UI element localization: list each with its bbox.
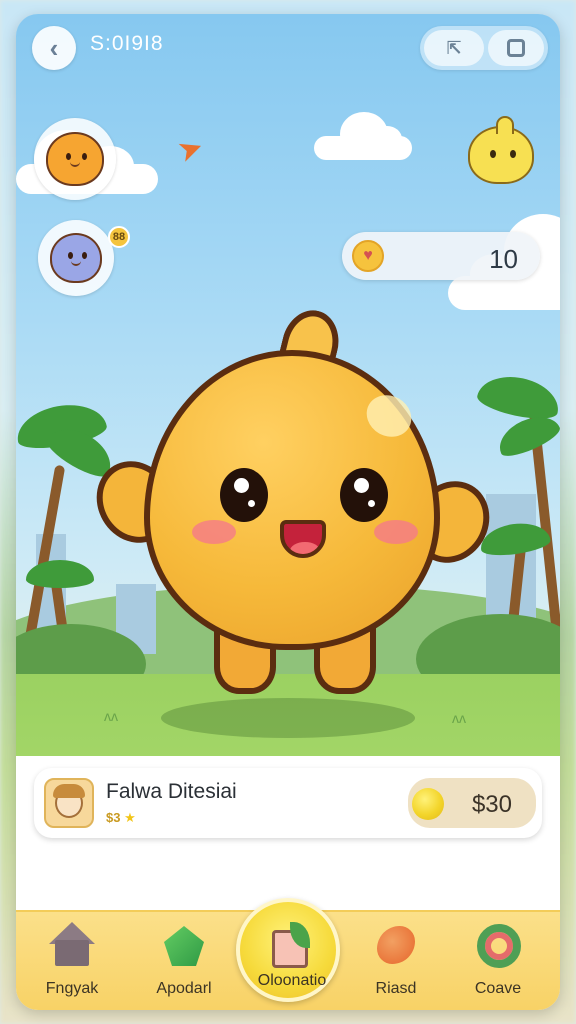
friend-avatar-orange[interactable] (34, 118, 116, 200)
player-avatar (44, 778, 94, 828)
pet-eye-left (220, 468, 268, 522)
grass-tuft: ᴧᴧ (452, 710, 466, 726)
coin-value: $30 (471, 791, 512, 818)
bottom-panel: Falwa Ditesiai $3 ★ $30 (16, 756, 560, 910)
pet-shadow (161, 698, 415, 738)
share-icon: ⇱ (446, 37, 462, 58)
wreath-icon (475, 922, 521, 968)
pet-mouth (280, 520, 326, 558)
house-icon (49, 922, 95, 968)
score-value: 10 (489, 244, 518, 274)
friend-avatar-blue[interactable]: 88 (38, 220, 130, 296)
nav-item-food[interactable]: Riasd (348, 922, 444, 1006)
nav-label: Apodarl (156, 980, 212, 997)
friend-badge: 88 (108, 226, 130, 248)
pet-body (144, 350, 440, 650)
top-bar: ‹ S:0I9I8 ⇱ (16, 14, 560, 86)
fullscreen-button[interactable] (488, 30, 544, 66)
nav-item-collection[interactable]: Coave (450, 922, 546, 1006)
cloud (314, 112, 412, 160)
player-card[interactable]: Falwa Ditesiai $3 ★ $30 (34, 768, 542, 838)
nav-label: Oloonatio (257, 972, 327, 989)
bottom-nav: Fngyak Apodarl Oloonatio Riasd Coave (16, 898, 560, 1010)
coin-icon (412, 788, 444, 820)
nav-label: Riasd (375, 980, 417, 997)
player-level: $3 ★ (106, 810, 136, 825)
pet-cheek-right (374, 520, 418, 544)
fish-icon (373, 922, 419, 968)
back-icon: ‹ (49, 32, 59, 63)
palm-leaf (26, 560, 94, 588)
player-name: Falwa Ditesiai (106, 780, 237, 803)
avatar-face-icon (53, 784, 85, 818)
gem-icon (161, 922, 207, 968)
nav-label: Fngyak (45, 980, 99, 997)
note-icon: Oloonatio (236, 898, 340, 1002)
pet-cheek-left (192, 520, 236, 544)
score-counter: ♥ 10 (342, 232, 540, 280)
nav-item-gems[interactable]: Apodarl (136, 922, 232, 1006)
nav-label: Coave (474, 980, 522, 997)
coin-balance[interactable]: $30 (408, 778, 536, 828)
blue-pet-icon (50, 233, 102, 283)
nav-item-home[interactable]: Fngyak (24, 922, 120, 1006)
main-pet-character[interactable] (81, 304, 505, 694)
orange-pet-icon (46, 132, 104, 186)
heart-coin-icon: ♥ (352, 240, 384, 272)
square-icon (507, 39, 525, 57)
small-pet[interactable] (468, 116, 534, 184)
nav-item-center[interactable]: Oloonatio (236, 898, 340, 1002)
pet-eye-right (340, 468, 388, 522)
level-title: S:0I9I8 (90, 32, 164, 55)
top-controls: ⇱ (420, 26, 548, 70)
game-screen: ᴧᴧ ᴧᴧ ‹ S:0I9I8 ⇱ 88 ➤ ♥ 10 Falwa Ditesi… (16, 14, 560, 1010)
grass-tuft: ᴧᴧ (104, 708, 118, 724)
back-button[interactable]: ‹ (32, 26, 76, 70)
cloud (448, 214, 560, 310)
palm-leaf (474, 369, 560, 425)
share-button[interactable]: ⇱ (424, 30, 484, 66)
rocket-icon: ➤ (173, 129, 209, 170)
